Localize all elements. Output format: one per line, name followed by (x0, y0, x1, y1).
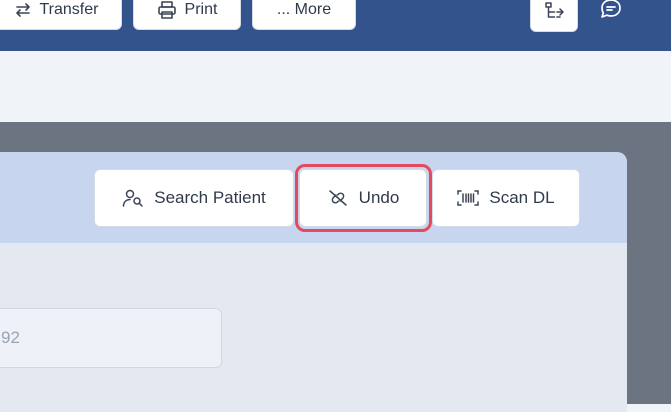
search-patient-button[interactable]: Search Patient (94, 169, 294, 227)
panel-header: Search Patient Undo Scan DL (0, 152, 627, 243)
barcode-icon (457, 189, 480, 207)
unlink-icon (327, 188, 349, 208)
print-label: Print (184, 1, 218, 18)
partial-input-value: 92 (1, 328, 20, 347)
scan-dl-button[interactable]: Scan DL (432, 169, 580, 227)
search-patient-icon (122, 188, 144, 208)
top-toolbar: Transfer Print ... More (0, 0, 671, 51)
scan-dl-label: Scan DL (489, 188, 555, 207)
sub-header-bar (0, 51, 671, 122)
transfer-button[interactable]: Transfer (0, 0, 122, 30)
undo-label: Undo (358, 188, 400, 207)
chat-button[interactable] (594, 0, 628, 26)
patient-panel: Search Patient Undo Scan DL (0, 152, 627, 412)
more-button[interactable]: ... More (252, 0, 356, 30)
print-button[interactable]: Print (133, 0, 241, 30)
transfer-icon (14, 1, 32, 19)
printer-icon (157, 1, 177, 19)
hierarchy-icon (543, 2, 565, 22)
transfer-label: Transfer (39, 1, 99, 18)
chat-icon (598, 0, 624, 26)
hierarchy-button[interactable] (530, 0, 578, 32)
search-patient-label: Search Patient (154, 188, 266, 207)
more-label: ... More (276, 1, 332, 18)
partial-input-field[interactable]: 92 (0, 308, 222, 368)
undo-button[interactable]: Undo (299, 169, 427, 227)
